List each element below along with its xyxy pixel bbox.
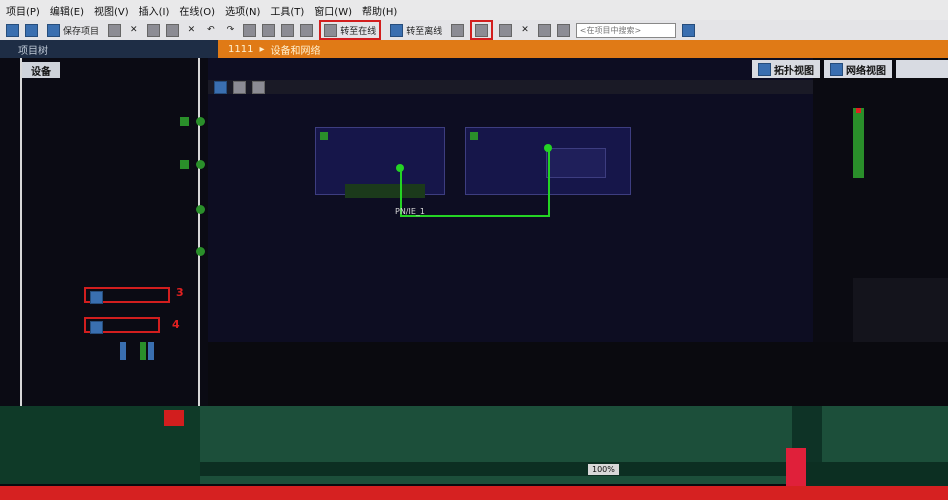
- menu-project[interactable]: 项目(P): [6, 3, 40, 18]
- download-icon[interactable]: [262, 23, 276, 37]
- port-icon[interactable]: [396, 164, 404, 172]
- topology-icon: [758, 62, 771, 76]
- tab-topology-view[interactable]: 拓扑视图: [752, 60, 820, 78]
- device-status-icon: [470, 132, 478, 140]
- tab-device-view[interactable]: [896, 60, 948, 78]
- undo-icon[interactable]: ↶: [204, 22, 218, 38]
- status-icon: [180, 117, 189, 126]
- cut-icon[interactable]: ✕: [127, 22, 141, 38]
- network-view-canvas[interactable]: [208, 58, 813, 342]
- menu-options[interactable]: 选项(N): [225, 3, 260, 18]
- menu-help[interactable]: 帮助(H): [362, 3, 397, 18]
- go-offline-icon: [390, 23, 404, 37]
- breadcrumb-separator: ▸: [259, 43, 265, 55]
- menu-view[interactable]: 视图(V): [94, 3, 129, 18]
- tab-topology-label: 拓扑视图: [774, 65, 814, 77]
- go-online-icon: [324, 23, 338, 37]
- pane-divider-right: [198, 58, 200, 406]
- stop-cpu-icon[interactable]: [499, 23, 513, 37]
- status-icon: [196, 160, 205, 169]
- network-icon[interactable]: [214, 80, 227, 94]
- tree-item-highlight[interactable]: [84, 317, 160, 334]
- start-cpu-icon: [475, 23, 489, 37]
- menu-insert[interactable]: 插入(I): [139, 3, 170, 18]
- tab-devices[interactable]: 设备: [22, 62, 60, 78]
- go-offline-label: 转至离线: [406, 26, 443, 37]
- project-tree-pane: [0, 58, 208, 406]
- paste-icon[interactable]: [165, 23, 179, 37]
- subnet-label: PN/IE_1: [395, 207, 426, 216]
- pn-connection-line: [548, 148, 550, 216]
- zoom-icon[interactable]: [252, 80, 265, 94]
- save-icon: [47, 23, 60, 37]
- menu-online[interactable]: 在线(O): [179, 3, 215, 18]
- portal-view-area: [806, 466, 948, 486]
- project-search-input[interactable]: <在项目中搜索>: [575, 22, 676, 38]
- redo-icon[interactable]: ↷: [224, 22, 238, 38]
- marker-4: 4: [172, 318, 180, 331]
- device-status-icon: [320, 132, 328, 140]
- breadcrumb-page[interactable]: 设备和网络: [270, 42, 320, 57]
- marker-3: 3: [176, 286, 184, 299]
- menu-bar: 项目(P) 编辑(E) 视图(V) 插入(I) 在线(O) 选项(N) 工具(T…: [0, 0, 948, 20]
- view-tabs: 拓扑视图 网络视图: [752, 60, 948, 78]
- connection-icon[interactable]: [233, 80, 246, 94]
- pane-divider: [20, 58, 22, 406]
- split-horizontal-icon[interactable]: [537, 23, 551, 37]
- tab-network-view[interactable]: 网络视图: [824, 60, 892, 78]
- tree-icon: [120, 342, 126, 360]
- error-icon: [856, 108, 861, 113]
- port-icon[interactable]: [544, 144, 552, 152]
- toolbar: 保存项目 ✕ ✕ ↶ ↷ 转至在线 转至离线 ✕ <在项目中搜索>: [0, 20, 948, 40]
- start-cpu-button[interactable]: [470, 20, 494, 40]
- breadcrumb: 1111 ▸ 设备和网络: [218, 40, 948, 58]
- status-icon: [196, 117, 205, 126]
- menu-tools[interactable]: 工具(T): [270, 3, 304, 18]
- new-project-icon[interactable]: [6, 23, 19, 37]
- device-module: [546, 148, 606, 178]
- save-project-button[interactable]: 保存项目: [44, 22, 102, 38]
- breadcrumb-project[interactable]: 1111: [228, 44, 253, 55]
- tree-icon: [140, 342, 146, 360]
- menu-edit[interactable]: 编辑(E): [50, 3, 84, 18]
- status-icon: [180, 160, 189, 169]
- close-icon[interactable]: ✕: [518, 22, 532, 38]
- title-bar: 项目树 1111 ▸ 设备和网络: [0, 40, 948, 58]
- save-project-label: 保存项目: [63, 26, 100, 37]
- device-icon: [90, 321, 103, 334]
- upload-icon[interactable]: [281, 23, 295, 37]
- search-icon[interactable]: [681, 23, 695, 37]
- accessible-devices-icon[interactable]: [451, 23, 465, 37]
- open-project-icon[interactable]: [25, 23, 38, 37]
- delete-icon[interactable]: ✕: [185, 22, 199, 38]
- tab-network-label: 网络视图: [846, 65, 886, 77]
- project-tree-title: 项目树: [18, 45, 48, 57]
- menu-window[interactable]: 窗口(W): [314, 3, 352, 18]
- portal-view-bar[interactable]: [0, 486, 948, 500]
- tree-item-highlight[interactable]: [84, 287, 170, 304]
- red-indicator: [786, 448, 806, 486]
- device-label: [345, 184, 425, 198]
- compile-icon[interactable]: [243, 23, 257, 37]
- status-icon: [196, 205, 205, 214]
- tree-icon: [148, 342, 154, 360]
- split-vertical-icon[interactable]: [556, 23, 570, 37]
- zoom-select[interactable]: 100%: [588, 463, 619, 475]
- go-offline-button[interactable]: 转至离线: [387, 22, 445, 38]
- overview-status-icon: [853, 108, 864, 178]
- copy-icon[interactable]: [146, 23, 160, 37]
- go-online-button[interactable]: 转至在线: [319, 20, 382, 40]
- device-icon: [90, 291, 103, 304]
- status-icon: [196, 247, 205, 256]
- status-icon-bottom: [164, 410, 184, 426]
- network-view-icon: [830, 62, 843, 76]
- print-icon[interactable]: [108, 23, 122, 37]
- network-view-toolbar: [208, 80, 813, 94]
- overview-area: [853, 278, 948, 342]
- go-online-label: 转至在线: [340, 26, 377, 37]
- simulation-icon[interactable]: [300, 23, 314, 37]
